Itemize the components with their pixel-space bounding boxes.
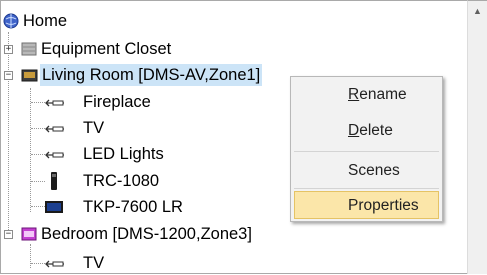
tree-line <box>31 263 45 264</box>
ir-emitter-icon <box>45 151 64 159</box>
closet-icon <box>21 42 37 56</box>
scroll-up-arrow-icon[interactable]: ▲ <box>469 2 486 21</box>
tree-node-living-room[interactable]: Living Room [DMS-AV,Zone1] <box>21 63 318 87</box>
menu-accelerator: R <box>348 86 360 103</box>
menu-item-label: Rename <box>348 81 407 109</box>
menu-accelerator: D <box>348 122 360 139</box>
ir-emitter-icon <box>45 125 64 133</box>
tree-node-label: LED Lights <box>83 145 164 163</box>
vertical-scrollbar[interactable]: ▲ <box>467 0 487 274</box>
menu-item-delete[interactable]: Delete <box>294 117 439 145</box>
tree-node-label: Equipment Closet <box>41 40 172 58</box>
tree-node-label: Bedroom [DMS-1200,Zone3] <box>41 225 252 243</box>
touchpanel-icon <box>45 201 63 213</box>
tree-line <box>31 154 45 155</box>
remote-icon <box>51 172 57 190</box>
globe-icon <box>3 13 19 29</box>
tree-line <box>31 206 45 207</box>
tree-line <box>31 128 45 129</box>
tree-node-label: Living Room [DMS-AV,Zone1] <box>40 64 263 86</box>
context-menu: Rename Delete Scenes Properties <box>290 76 443 222</box>
menu-separator <box>294 151 439 152</box>
menu-item-rename[interactable]: Rename <box>294 81 439 109</box>
ir-emitter-icon <box>45 99 64 107</box>
tree-line <box>31 102 45 103</box>
room-icon <box>21 69 38 82</box>
tree-node-label: TKP-7600 LR <box>83 198 183 216</box>
tree-node-label: Home <box>23 12 68 30</box>
menu-item-properties[interactable]: Properties <box>294 191 439 219</box>
menu-item-scenes[interactable]: Scenes <box>294 157 439 185</box>
expand-plus-icon[interactable]: + <box>4 45 13 54</box>
menu-item-label: Properties <box>348 197 419 214</box>
tree-line <box>8 32 9 236</box>
menu-item-label: Scenes <box>348 162 400 179</box>
tree-node-label: Fireplace <box>83 93 151 111</box>
collapse-minus-icon[interactable]: − <box>4 230 13 239</box>
tree-node-label: TRC-1080 <box>83 172 160 190</box>
tree-line <box>30 88 31 212</box>
menu-item-label: Delete <box>348 117 393 145</box>
tree-node-label: TV <box>83 254 105 272</box>
collapse-minus-icon[interactable]: − <box>4 71 13 80</box>
tree-node-label: TV <box>83 119 105 137</box>
room-icon-purple <box>21 227 37 241</box>
menu-item-label-rest: ename <box>359 86 407 103</box>
menu-separator <box>294 188 439 189</box>
tree-line <box>30 244 31 268</box>
tree-line <box>31 181 45 182</box>
ir-emitter-icon <box>45 260 64 268</box>
menu-item-label-rest: elete <box>359 122 393 139</box>
